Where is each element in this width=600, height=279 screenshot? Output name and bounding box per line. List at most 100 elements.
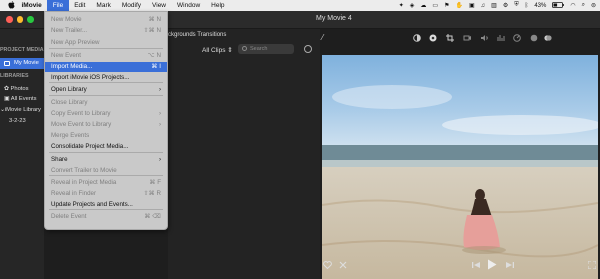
file-menu-item: Merge Events (45, 131, 167, 141)
search-input[interactable]: Search (238, 44, 294, 54)
film-icon (4, 61, 10, 66)
menu-mark[interactable]: Mark (91, 0, 116, 11)
file-menu-item-label: Share (51, 156, 68, 163)
sidebar-item-event[interactable]: 3-2-23 (9, 118, 26, 124)
file-menu-item[interactable]: Consolidate Project Media... (45, 142, 167, 152)
crop-icon[interactable] (446, 34, 454, 42)
file-menu-item: Move Event to Library › (45, 120, 167, 130)
file-menu-item: New App Preview (45, 38, 167, 48)
file-menu-item: Convert Trailer to Movie (45, 166, 167, 176)
clip-filter-select[interactable]: All Clips ⇕ (202, 46, 233, 54)
viewer-pane: ⁄ (320, 29, 600, 279)
menu-edit[interactable]: Edit (69, 0, 91, 11)
search-placeholder: Search (250, 46, 268, 52)
status-icons: ✦ ◈ ☁ ▭ ⚑ ✋ ▣ ♫ ▥ ⚙ ⛨ ᛒ 43% ◠ ⌕ ⊜ (399, 0, 596, 11)
file-menu-item[interactable]: Update Projects and Events... (45, 200, 167, 210)
file-menu-item-label: Import Media... (51, 63, 93, 70)
sidebar-item-all-events[interactable]: ▣ All Events (4, 96, 37, 102)
play-icon[interactable] (487, 259, 497, 270)
cast-icon[interactable]: ▭ (432, 2, 438, 9)
minimize-button[interactable] (16, 16, 23, 23)
fullscreen-icon[interactable] (588, 261, 596, 269)
dropbox-icon[interactable]: ◈ (410, 2, 415, 9)
file-menu-item-label: Open Library (51, 86, 87, 93)
file-menu-item-label: Consolidate Project Media... (51, 143, 129, 150)
file-menu-item-label: Delete Event (51, 213, 87, 220)
clip-filter-label: All Clips (202, 47, 226, 54)
skip-forward-icon[interactable] (506, 261, 514, 269)
stabilize-icon[interactable] (463, 34, 471, 42)
keyboard-shortcut: ⌘ ⌫ (144, 213, 161, 220)
color-balance-icon[interactable] (413, 34, 421, 42)
submenu-arrow-icon: › (158, 156, 161, 163)
color-wheel-icon[interactable] (429, 34, 437, 42)
shield-icon[interactable]: ⛨ (514, 2, 519, 9)
zoom-button[interactable] (27, 16, 34, 23)
equalizer-icon[interactable] (497, 34, 505, 42)
flag-icon[interactable]: ⚑ (444, 2, 449, 9)
browser-tabs[interactable]: ckgrounds Transitions (168, 32, 226, 38)
video-frame (322, 55, 598, 279)
noise-icon[interactable] (530, 34, 538, 42)
file-menu-item[interactable]: Share › (45, 155, 167, 165)
box-icon[interactable]: ▣ (469, 2, 475, 9)
search-icon (242, 46, 247, 51)
menu-imovie[interactable]: iMovie (16, 0, 47, 11)
sidebar-icon[interactable]: ▥ (491, 2, 497, 9)
sidebar-item-label: iMovie Library (4, 107, 41, 113)
window-title: My Movie 4 (316, 15, 352, 22)
battery-icon[interactable] (552, 1, 565, 10)
sidebar-item-imovie-library[interactable]: ⌄iMovie Library (0, 107, 41, 113)
hand-icon[interactable]: ✋ (455, 2, 462, 9)
file-menu-item[interactable]: Open Library › (45, 85, 167, 95)
music-icon[interactable]: ♫ (481, 3, 486, 9)
info-icon[interactable] (544, 34, 552, 42)
sidebar-item-my-movie[interactable]: My Movie (0, 58, 44, 69)
menu-separator (49, 152, 163, 153)
keyboard-shortcut: ⌘ I (151, 63, 161, 70)
submenu-arrow-icon: › (158, 110, 161, 117)
menu-bar: iMovie File Edit Mark Modify View Window… (0, 0, 600, 11)
close-button[interactable] (6, 16, 13, 23)
sidebar-item-label: Photos (10, 86, 29, 92)
skip-back-icon[interactable] (472, 261, 480, 269)
file-menu-item-label: New Event (51, 52, 81, 59)
menu-separator (49, 95, 163, 96)
file-menu-dropdown: New Movie ⌘ N New Trailer... ⇧⌘ N New App Pr… (44, 11, 168, 230)
sidebar-item-label: All Events (10, 96, 37, 102)
magic-wand-icon[interactable]: ⁄ (322, 34, 330, 42)
file-menu-item[interactable]: Import Media... ⌘ I (45, 62, 167, 72)
file-menu-item-label: Close Library (51, 99, 88, 106)
sparkle-icon[interactable]: ✦ (399, 2, 404, 9)
file-menu-item-label: Merge Events (51, 132, 90, 139)
file-menu-item-label: Reveal in Project Media (51, 179, 117, 186)
file-menu-item: New Movie ⌘ N (45, 15, 167, 25)
adjust-icon[interactable]: ⚙ (503, 2, 508, 9)
file-menu-item: New Trailer... ⇧⌘ N (45, 26, 167, 36)
menu-view[interactable]: View (147, 0, 172, 11)
project-media-header: PROJECT MEDIA (0, 47, 44, 53)
favorite-icon[interactable] (323, 261, 332, 269)
file-menu-item[interactable]: Import iMovie iOS Projects... (45, 73, 167, 83)
menu-file[interactable]: File (47, 0, 69, 11)
menu-modify[interactable]: Modify (116, 0, 146, 11)
bluetooth-icon[interactable]: ᛒ (525, 3, 529, 9)
reject-icon[interactable] (339, 261, 347, 269)
control-center-icon[interactable]: ⊜ (591, 2, 596, 9)
file-menu-item: Reveal in Finder ⇧⌘ R (45, 189, 167, 199)
menu-help[interactable]: Help (206, 0, 230, 11)
speed-icon[interactable] (513, 34, 521, 42)
wifi-icon[interactable]: ◠ (570, 2, 575, 9)
search-icon[interactable]: ⌕ (582, 2, 585, 9)
file-menu-item-label: Reveal in Finder (51, 190, 97, 197)
settings-icon[interactable] (304, 45, 312, 53)
submenu-arrow-icon: › (158, 121, 161, 128)
menu-window[interactable]: Window (172, 0, 206, 11)
apple-icon[interactable] (6, 0, 16, 11)
cloud-icon[interactable]: ☁ (420, 2, 426, 9)
sidebar-item-photos[interactable]: ✿ Photos (4, 86, 29, 92)
viewer-toolbar: ⁄ (320, 31, 600, 45)
menu-separator (49, 48, 163, 49)
volume-icon[interactable] (481, 34, 489, 42)
photos-icon: ✿ (4, 86, 9, 92)
